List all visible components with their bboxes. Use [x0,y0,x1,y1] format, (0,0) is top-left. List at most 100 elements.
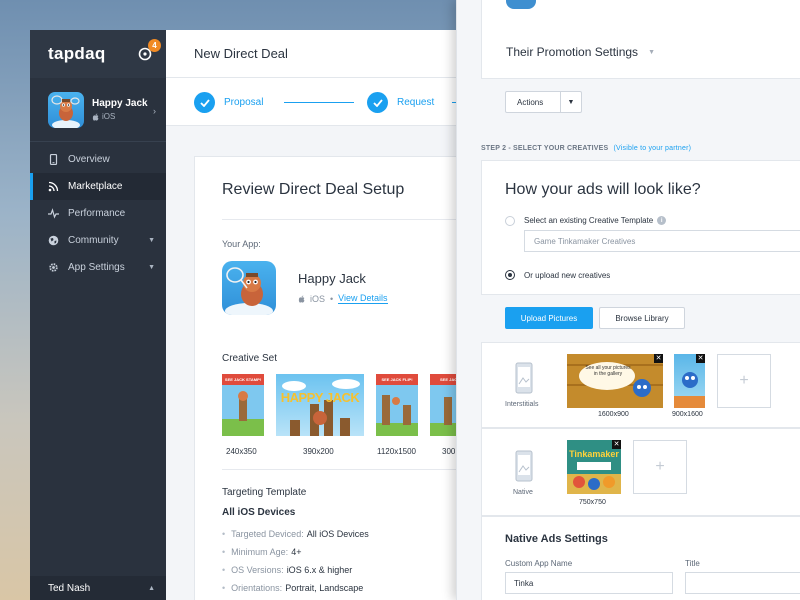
current-app-name: Happy Jack [92,98,148,109]
radio-existing-template[interactable] [505,216,515,226]
browse-library-button[interactable]: Browse Library [599,307,685,329]
sidebar-item-label: App Settings [68,262,125,273]
your-app-icon [222,261,276,315]
rule-value: All iOS Devices [306,529,369,539]
sidebar-item-app-settings[interactable]: App Settings ▼ [30,254,166,281]
gear-icon [48,262,59,273]
add-creative-button[interactable]: + [633,440,687,494]
sidebar-item-overview[interactable]: Overview [30,146,166,173]
existing-template-option[interactable]: Select an existing Creative Template i [524,216,667,225]
targeting-rules: Targeted Deviced:All iOS Devices Minimum… [222,525,369,597]
bullet-separator: • [330,293,334,304]
app-switcher[interactable]: Happy Jack iOS › [30,78,166,142]
sidebar-item-community[interactable]: Community ▼ [30,227,166,254]
rule-key: Targeted Deviced: [231,529,304,539]
creative-size: 1600x900 [598,411,629,418]
view-details-link[interactable]: View Details [338,293,388,304]
step2-heading: STEP 2 - SELECT YOUR CREATIVES (Visible … [481,145,691,152]
rss-icon [48,181,59,192]
check-icon [367,92,388,113]
caret-up-icon: ▲ [148,584,155,592]
step-label: Proposal [224,97,264,108]
divider [481,294,800,295]
sidebar-item-label: Community [68,235,119,246]
native-ads-settings-heading: Native Ads Settings [505,533,608,545]
tapdaq-logo[interactable]: tapdaq [48,44,106,64]
radio-upload-new[interactable] [505,270,515,280]
creative-thumbnail[interactable]: SEE JACK STAMP! [222,374,264,436]
current-app-platform-label: iOS [102,112,116,121]
creative-size: 1120x1500 [377,447,416,456]
chevron-right-icon: › [153,106,156,116]
creative-banner: See all your pictures in the gallery [585,365,631,377]
upload-pictures-button[interactable]: Upload Pictures [505,307,593,329]
your-app-platform: iOS [310,293,326,304]
creative-size: 240x350 [226,447,257,456]
mobile-icon [48,154,59,165]
user-menu[interactable]: Ted Nash ▲ [30,576,166,600]
plus-icon: + [655,458,665,475]
creative-thumbnail[interactable]: ✕ [674,354,705,408]
caret-down-icon[interactable]: ▼ [560,92,581,112]
info-icon[interactable]: i [657,216,667,225]
creative-size: 390x200 [303,447,334,456]
creative-thumbnail[interactable]: See all your pictures in the gallery ✕ [567,354,663,408]
upload-new-label: Or upload new creatives [524,271,611,280]
pulse-icon [48,208,59,219]
creative-thumbnail[interactable]: SEE JACK FLIP! [376,374,418,436]
custom-app-name-input[interactable]: Tinka [505,572,673,594]
native-label: Native [513,489,533,496]
creative-banner: SEE JACK FLIP! [376,374,418,385]
creative-banner: Tinkamaker [569,449,619,459]
targeting-rule: Orientations:Portrait, Landscape [222,579,369,597]
sidebar: tapdaq 4 Happy Jack iOS › Overview Marke… [30,30,166,600]
current-app-platform: iOS [92,112,148,121]
title-label: Title [685,559,700,568]
step-request[interactable]: Request [367,92,434,113]
promotion-settings-toggle[interactable]: Their Promotion Settings ▼ [506,45,655,59]
creatives-panel: Their Promotion Settings ▼ Actions ▼ STE… [456,0,800,600]
divider [222,469,483,470]
remove-icon[interactable]: ✕ [654,354,663,363]
remove-icon[interactable]: ✕ [696,354,705,363]
rule-key: OS Versions: [231,565,284,575]
step-label: Request [397,97,435,108]
main-content: New Direct Deal Proposal Request Review … [166,30,484,600]
phone-image-icon [515,362,533,394]
targeting-label: Targeting Template [222,487,307,498]
review-card: Review Direct Deal Setup Your App: Happy… [194,156,484,600]
sidebar-header: tapdaq 4 [30,30,166,78]
creative-thumbnail[interactable]: HAPPY JACK [276,374,364,436]
targeting-template-name: All iOS Devices [222,507,296,518]
sidebar-nav: Overview Marketplace Performance Communi… [30,142,166,281]
app-avatar [48,91,84,128]
check-icon [194,92,215,113]
title-input[interactable] [685,572,800,594]
your-app-label: Your App: [222,239,261,249]
creative-size: 900x1600 [672,411,703,418]
sidebar-item-marketplace[interactable]: Marketplace [30,173,166,200]
caret-down-icon: ▼ [148,237,155,244]
page-title: New Direct Deal [194,46,288,61]
phone-image-icon [515,450,533,482]
notification-badge: 4 [148,39,161,52]
creative-thumbnail[interactable]: Tinkamaker ✕ [567,440,621,494]
creative-template-select[interactable]: Game Tinkamaker Creatives [524,230,800,252]
creative-banner: HAPPY JACK [280,390,360,405]
promotion-section: Their Promotion Settings ▼ [481,0,800,79]
notifications-button[interactable]: 4 [138,39,161,61]
plus-icon: + [739,372,749,389]
globe-icon [48,235,59,246]
caret-down-icon: ▼ [148,264,155,271]
sidebar-item-performance[interactable]: Performance [30,200,166,227]
rule-key: Orientations: [231,583,283,593]
add-creative-button[interactable]: + [717,354,771,408]
deal-stepper: Proposal Request [166,78,466,126]
visibility-note: (Visible to your partner) [613,145,692,152]
remove-icon[interactable]: ✕ [612,440,621,449]
creative-size: 750x750 [579,499,606,506]
page-header: New Direct Deal [166,30,466,78]
step-proposal[interactable]: Proposal [194,92,263,113]
upload-new-option[interactable]: Or upload new creatives [524,271,610,280]
actions-button[interactable]: Actions ▼ [505,91,582,113]
